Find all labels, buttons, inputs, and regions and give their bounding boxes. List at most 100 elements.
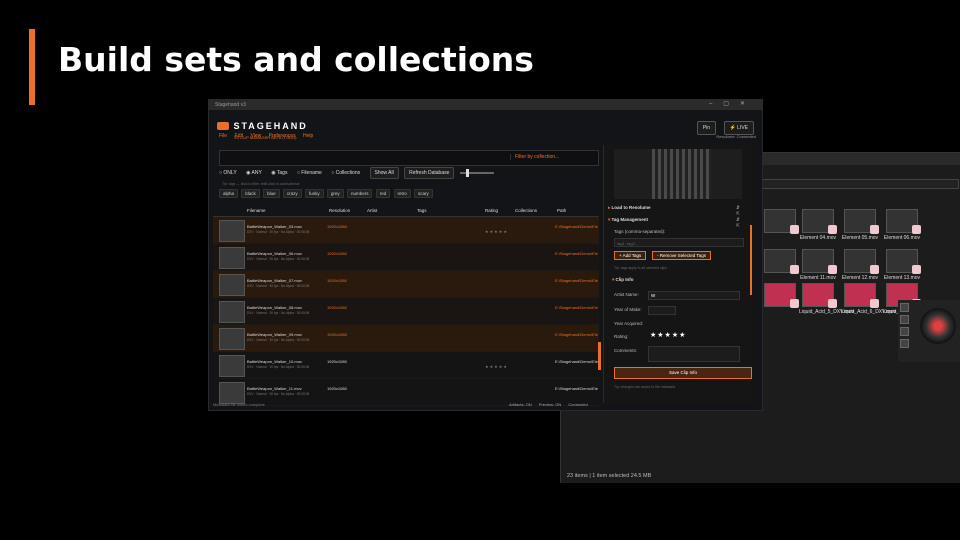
clip-detail-panel: Load to Resolume⇵ ⇱ Tag Management⇵ ⇱ Ta… <box>603 145 754 403</box>
status-message: Metadata file writes complete <box>213 402 265 407</box>
column-collections[interactable]: Collections <box>515 208 537 213</box>
explorer-address-bar[interactable] <box>761 179 959 189</box>
search-bar[interactable]: Filter by collection... <box>219 150 599 166</box>
file-thumbnail[interactable]: Element 05.mov <box>841 209 879 241</box>
column-tags[interactable]: Tags <box>417 208 427 213</box>
year-make-field[interactable] <box>648 306 676 315</box>
load-to-resolume-section[interactable]: Load to Resolume⇵ ⇱ <box>608 205 740 216</box>
pin-button[interactable]: Pin <box>696 121 717 135</box>
comments-field[interactable] <box>648 346 740 362</box>
tag-chip[interactable]: retro <box>393 189 411 198</box>
panel-button[interactable] <box>900 339 909 348</box>
panel-scrollbar[interactable] <box>750 225 752 295</box>
artist-label: Artist Name: <box>614 292 639 297</box>
clip-thumbnail <box>219 328 245 350</box>
radio-any[interactable]: ◉ ANY <box>246 170 266 176</box>
tag-chip[interactable]: numbers <box>346 189 373 198</box>
column-rating[interactable]: Rating <box>485 208 498 213</box>
file-thumbnail[interactable] <box>761 249 799 275</box>
row-meta: DXV · Normal · 30 fps · No Alpha · 00:00… <box>247 257 310 261</box>
column-filename[interactable]: Filename <box>247 208 266 213</box>
year-make-label: Year of Make: <box>614 307 642 312</box>
file-thumbnail[interactable]: Element 12.mov <box>841 249 879 281</box>
remove-tags-button[interactable]: - Remove Selected Tags <box>652 251 711 260</box>
radio-filename[interactable]: ○ Filename <box>297 170 326 176</box>
row-path: E:\Stagehand\Demo\Ele <box>555 251 598 256</box>
collection-filter-dropdown[interactable]: Filter by collection... <box>510 154 595 160</box>
table-row[interactable]: BattleWeapon_Walker_10.mov DXV · Normal … <box>213 352 599 379</box>
tag-chip[interactable]: alpha <box>219 189 239 198</box>
show-all-button[interactable]: Show All <box>369 167 399 179</box>
tag-chip[interactable]: blue <box>263 189 280 198</box>
clip-thumbnail <box>219 355 245 377</box>
save-hint: Tip: changes are saved to file metadata <box>614 385 676 389</box>
row-resolution: 1920x1080 <box>327 359 347 364</box>
table-row[interactable]: BattleWeapon_Walker_09.mov DXV · Normal … <box>213 325 599 352</box>
panel-button[interactable] <box>900 315 909 324</box>
tag-note: Tip: tags apply to all selected clips <box>614 266 667 270</box>
table-row[interactable]: BattleWeapon_Walker_07.mov DXV · Normal … <box>213 271 599 298</box>
live-button[interactable]: ⚡ LIVE <box>723 121 754 135</box>
file-thumbnail[interactable]: Element 11.mov <box>799 249 837 281</box>
radio-collections[interactable]: ○ Collections <box>331 170 364 176</box>
tag-chip[interactable]: black <box>241 189 260 198</box>
tags-label: Tags (comma-separated): <box>614 229 666 234</box>
column-artist[interactable]: Artist <box>367 208 377 213</box>
window-controls[interactable]: –▢✕ <box>709 100 756 107</box>
file-thumbnail[interactable]: Liquid_Acid_6_DXV.mov <box>841 283 896 315</box>
row-path: E:\Stagehand\Demo\Ele <box>555 332 598 337</box>
row-resolution: 1920x1080 <box>327 251 347 256</box>
tag-chip[interactable]: funky <box>304 189 324 198</box>
row-rating[interactable]: ★★★★★ <box>485 364 508 369</box>
status-indicators: Artifacts: ON Preview: ON Connected <box>509 402 594 407</box>
file-thumbnail[interactable] <box>761 209 799 235</box>
file-thumbnail[interactable]: Element 04.mov <box>799 209 837 241</box>
table-row[interactable]: BattleWeapon_Walker_03.mov DXV · Normal … <box>213 217 599 244</box>
window-titlebar: Stagehand v3 <box>209 100 762 110</box>
tag-chip[interactable]: scary <box>414 189 433 198</box>
file-thumbnail[interactable]: Element 06.mov <box>883 209 921 241</box>
menu-file[interactable]: File <box>219 133 227 139</box>
refresh-database-button[interactable]: Refresh Database <box>404 167 455 179</box>
file-thumbnail[interactable]: Liquid_Acid_5_DXV.mov <box>799 283 854 315</box>
artist-field[interactable]: W <box>648 291 740 300</box>
panel-button[interactable] <box>900 327 909 336</box>
year-acquired-label: Year Acquired: <box>614 321 644 326</box>
tag-chip[interactable]: grey <box>326 189 344 198</box>
tags-input[interactable]: tag1, tag2... <box>614 238 744 247</box>
rating-stars[interactable]: ★★★★★ <box>650 331 686 339</box>
column-path[interactable]: Path <box>557 208 566 213</box>
save-clip-info-button[interactable]: Save Clip Info <box>614 367 752 379</box>
row-filename: BattleWeapon_Walker_08.mov <box>247 305 302 310</box>
row-filename: BattleWeapon_Walker_07.mov <box>247 278 302 283</box>
tag-chip[interactable]: red <box>375 189 391 198</box>
row-meta: DXV · Normal · 30 fps · No Alpha · 00:00… <box>247 311 310 315</box>
menu-help[interactable]: Help <box>303 133 313 139</box>
table-scrollbar[interactable] <box>598 342 601 370</box>
file-thumbnail[interactable] <box>761 283 799 309</box>
row-filename: BattleWeapon_Walker_10.mov <box>247 359 302 364</box>
panel-button[interactable] <box>900 303 909 312</box>
clip-info-section[interactable]: Clip Info <box>612 277 634 283</box>
menu-edit[interactable]: Edit <box>234 133 243 139</box>
clip-thumbnail <box>219 301 245 323</box>
row-path: E:\Stagehand\Demo\Ele <box>555 224 598 229</box>
tag-chip[interactable]: crazy <box>282 189 302 198</box>
row-meta: DXV · Normal · 30 fps · No Alpha · 00:00… <box>247 338 310 342</box>
radio-only[interactable]: ○ ONLY <box>219 170 241 176</box>
row-meta: DXV · Normal · 30 fps · No Alpha · 00:00… <box>247 392 310 396</box>
table-row[interactable]: BattleWeapon_Walker_08.mov DXV · Normal … <box>213 298 599 325</box>
radio-tags[interactable]: ◉ Tags <box>271 170 291 176</box>
add-tags-button[interactable]: + Add Tags <box>614 251 647 260</box>
thumbnail-size-slider[interactable] <box>459 168 494 177</box>
row-meta: DXV · Normal · 30 fps · No Alpha · 00:00… <box>247 284 310 288</box>
row-rating[interactable]: ★★★★★ <box>485 229 508 234</box>
file-thumbnail[interactable]: Element 13.mov <box>883 249 921 281</box>
comments-label: Comments: <box>614 348 638 353</box>
menu-preferences[interactable]: Preferences <box>269 133 296 139</box>
table-row[interactable]: BattleWeapon_Walker_06.mov DXV · Normal … <box>213 244 599 271</box>
row-meta: DXV · Normal · 30 fps · No Alpha · 00:00… <box>247 230 310 234</box>
column-resolution[interactable]: Resolution <box>329 208 350 213</box>
menu-view[interactable]: View <box>250 133 261 139</box>
tag-management-section[interactable]: Tag Management⇵ ⇱ <box>608 217 740 228</box>
